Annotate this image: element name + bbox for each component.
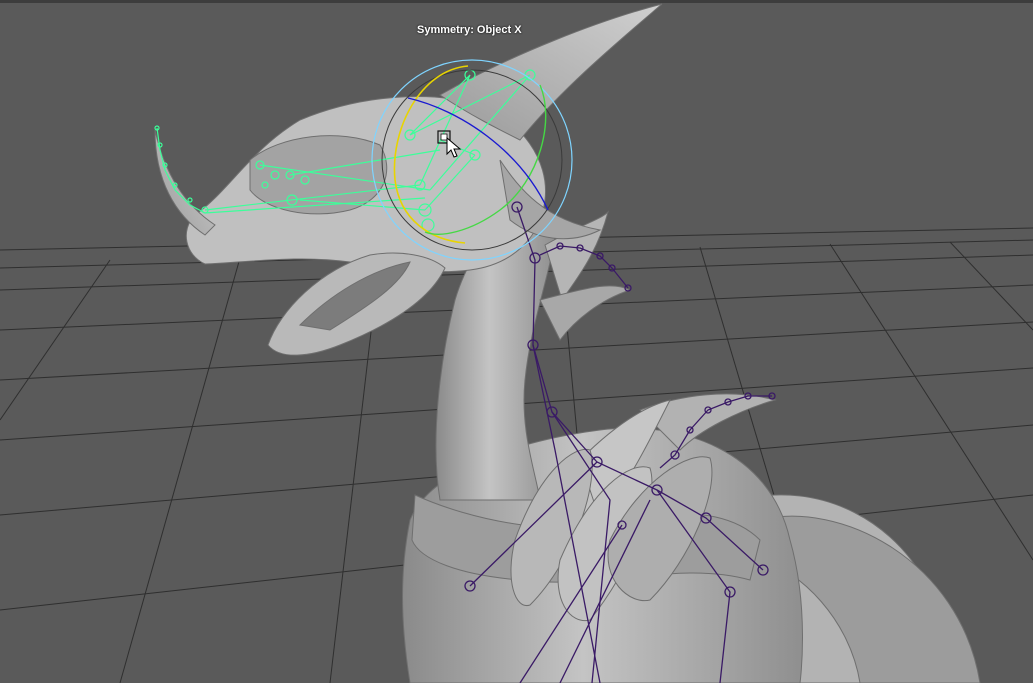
- symmetry-mode-label: Symmetry: Object X: [417, 24, 522, 36]
- maya-3d-viewport[interactable]: Symmetry: Object X: [0, 0, 1033, 683]
- dragon-mesh[interactable]: [154, 3, 981, 683]
- dragon-back-spike-1: [539, 285, 632, 341]
- dragon-snout-horn: [154, 129, 216, 236]
- viewport-scene[interactable]: [0, 0, 1033, 683]
